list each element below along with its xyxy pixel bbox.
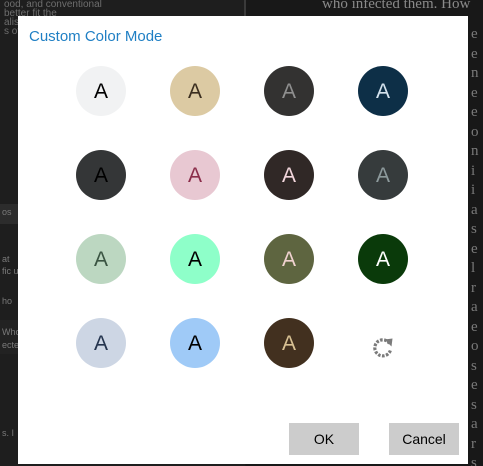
swatch-letter: A (375, 163, 390, 187)
background-text-fragment: l (471, 260, 476, 276)
background-text-fragment: ecte (2, 340, 20, 350)
swatch-letter: A (187, 331, 202, 355)
swatch-sage[interactable]: A (76, 234, 126, 284)
swatch-letter: A (187, 247, 202, 271)
reset-colors-button[interactable] (358, 322, 408, 372)
swatch-dark-gray[interactable]: A (76, 150, 126, 200)
swatch-letter: A (93, 247, 108, 271)
swatch-letter: A (281, 247, 296, 271)
swatch-mint[interactable]: A (170, 234, 220, 284)
background-text-fragment: s (471, 396, 477, 413)
background-text-fragment: e (471, 240, 478, 257)
background-text-fragment: r (471, 435, 476, 452)
swatch-letter: A (187, 79, 202, 103)
background-text-fragment: s (471, 357, 477, 374)
background-text-fragment: i (471, 182, 476, 198)
swatch-letter: A (93, 79, 108, 103)
background-text-fragment: e (471, 45, 478, 62)
swatch-dark-brown[interactable]: A (264, 150, 314, 200)
swatch-slate[interactable]: A (358, 150, 408, 200)
background-text-fragment: s (471, 455, 477, 466)
background-text-fragment: os (2, 207, 12, 217)
swatch-letter: A (187, 163, 202, 187)
swatch-tan[interactable]: A (170, 66, 220, 116)
background-text-top: who infected them. How (322, 0, 471, 12)
swatch-light-slate[interactable]: A (76, 318, 126, 368)
background-text-fragment: n (471, 143, 479, 159)
background-text-fragment: a (471, 299, 478, 315)
background-text-fragment: e (471, 104, 478, 120)
background-text-fragment: e (471, 84, 478, 101)
background-text-fragment: e (471, 26, 478, 42)
swatch-letter: A (281, 79, 296, 103)
background-text-fragment: ho (2, 296, 13, 306)
background-text-fragment: a (471, 416, 478, 432)
background-text-fragment: s (471, 221, 477, 237)
background-text-fragment: at (2, 254, 10, 264)
swatch-forest[interactable]: A (358, 234, 408, 284)
dialog-title: Custom Color Mode (29, 28, 163, 45)
swatch-letter: A (93, 163, 108, 187)
background-text-fragment: fic u (2, 266, 19, 276)
background-text-fragment: a (471, 201, 478, 218)
background-text-fragment: r (471, 279, 476, 296)
cancel-button[interactable]: Cancel (389, 423, 459, 455)
background-text-fragment: n (471, 65, 479, 81)
swatch-charcoal[interactable]: A (264, 66, 314, 116)
swatch-navy[interactable]: A (358, 66, 408, 116)
background-text-fragment: o (471, 338, 479, 354)
swatch-white[interactable]: A (76, 66, 126, 116)
reset-icon (373, 338, 393, 358)
swatch-sky[interactable]: A (170, 318, 220, 368)
swatch-olive[interactable]: A (264, 234, 314, 284)
background-text-fragment: s. I (2, 428, 15, 438)
swatch-letter: A (281, 163, 296, 187)
background-text-fragment: e (471, 377, 478, 393)
swatch-letter: A (375, 247, 390, 271)
background-text-fragment: o (471, 123, 479, 140)
swatch-letter: A (93, 331, 108, 355)
swatch-letter: A (281, 331, 296, 355)
custom-color-mode-dialog: Custom Color Mode A A A A A A A A A A A A A A A OK Can… (18, 16, 468, 464)
swatch-letter: A (375, 79, 390, 103)
background-text-fragment: e (471, 318, 478, 335)
ok-button[interactable]: OK (289, 423, 359, 455)
swatch-pink[interactable]: A (170, 150, 220, 200)
swatch-coffee[interactable]: A (264, 318, 314, 368)
background-text-fragment: i (471, 162, 476, 179)
